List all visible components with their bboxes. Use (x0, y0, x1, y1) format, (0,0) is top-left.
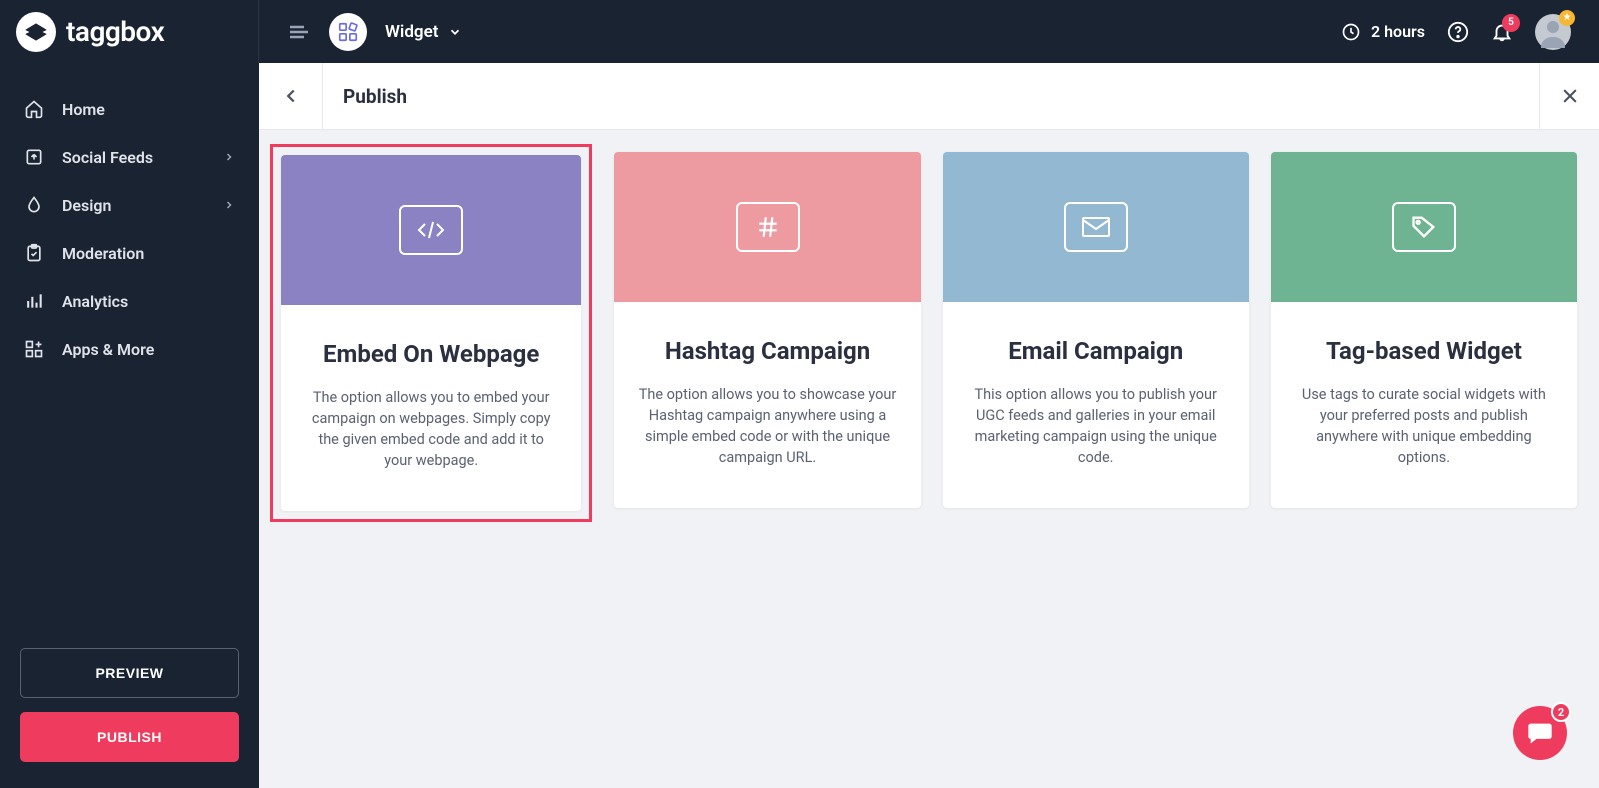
chat-icon (1526, 719, 1554, 747)
drop-icon (24, 195, 44, 215)
help-icon (1447, 21, 1469, 43)
main: Publish Embed On Webpage The option allow… (259, 63, 1599, 788)
card[interactable]: Tag-based Widget Use tags to curate socia… (1271, 152, 1577, 508)
tag-icon (1392, 202, 1456, 252)
home-icon (24, 99, 44, 119)
card-desc: Use tags to curate social widgets with y… (1295, 384, 1553, 468)
upload-icon (24, 147, 44, 167)
time-indicator[interactable]: 2 hours (1341, 22, 1425, 42)
time-label: 2 hours (1371, 22, 1425, 41)
chevron-right-icon (223, 151, 235, 163)
clipboard-icon (24, 243, 44, 263)
card[interactable]: Hashtag Campaign The option allows you to… (614, 152, 920, 508)
logo-text: taggbox (66, 15, 164, 48)
hash-icon (736, 202, 800, 252)
card-desc: The option allows you to embed your camp… (305, 387, 557, 471)
card-desc: The option allows you to showcase your H… (638, 384, 896, 468)
logo-section[interactable]: taggbox (0, 0, 259, 63)
cards-grid: Embed On Webpage The option allows you to… (259, 130, 1599, 536)
card-title: Email Campaign (967, 336, 1225, 366)
card-body: Hashtag Campaign The option allows you to… (614, 302, 920, 508)
sidebar-item-moderation[interactable]: Moderation (0, 229, 259, 277)
sidebar-item-home[interactable]: Home (0, 85, 259, 133)
grid-plus-icon (24, 339, 44, 359)
star-icon: ★ (1559, 10, 1575, 26)
sidebar-item-label: Social Feeds (62, 148, 205, 167)
sidebar-item-label: Design (62, 196, 205, 215)
chat-badge: 2 (1551, 702, 1571, 722)
sidebar-bottom: PREVIEW PUBLISH (0, 648, 259, 788)
widget-label-text: Widget (385, 22, 438, 42)
back-button[interactable] (259, 63, 323, 129)
sidebar-item-label: Home (62, 100, 235, 119)
preview-button[interactable]: PREVIEW (20, 648, 239, 698)
menu-icon[interactable] (287, 20, 311, 44)
card-hero (1271, 152, 1577, 302)
publish-card-blue: Email Campaign This option allows you to … (943, 152, 1249, 514)
card-title: Tag-based Widget (1295, 336, 1553, 366)
card-title: Embed On Webpage (305, 339, 557, 369)
close-button[interactable] (1539, 63, 1599, 129)
code-icon (399, 205, 463, 255)
sidebar-item-label: Apps & More (62, 340, 235, 359)
mail-icon (1064, 202, 1128, 252)
clock-icon (1341, 22, 1361, 42)
notifications-button[interactable]: 5 (1491, 21, 1513, 43)
chevron-down-icon (448, 25, 462, 39)
sidebar-item-label: Moderation (62, 244, 235, 263)
topbar: taggbox Widget 2 hours 5 ★ (0, 0, 1599, 63)
publish-card-pink: Hashtag Campaign The option allows you to… (614, 152, 920, 514)
topbar-right: 2 hours 5 ★ (1341, 14, 1599, 50)
nav-list: Home Social Feeds Design Moderation Analytic… (0, 63, 259, 648)
chat-button[interactable]: 2 (1513, 706, 1567, 760)
sidebar-item-label: Analytics (62, 292, 235, 311)
card-hero (943, 152, 1249, 302)
publish-button[interactable]: PUBLISH (20, 712, 239, 762)
card[interactable]: Embed On Webpage The option allows you to… (281, 155, 581, 511)
notification-badge: 5 (1502, 14, 1520, 32)
widget-apps-icon (329, 13, 367, 51)
card[interactable]: Email Campaign This option allows you to … (943, 152, 1249, 508)
avatar[interactable]: ★ (1535, 14, 1571, 50)
card-hero (614, 152, 920, 302)
sidebar: Home Social Feeds Design Moderation Analytic… (0, 63, 259, 788)
sub-header: Publish (259, 63, 1599, 130)
help-button[interactable] (1447, 21, 1469, 43)
card-hero (281, 155, 581, 305)
logo-mark-icon (16, 12, 56, 52)
topbar-left: Widget (259, 13, 462, 51)
card-body: Tag-based Widget Use tags to curate socia… (1271, 302, 1577, 508)
card-body: Embed On Webpage The option allows you to… (281, 305, 581, 511)
card-desc: This option allows you to publish your U… (967, 384, 1225, 468)
sidebar-item-analytics[interactable]: Analytics (0, 277, 259, 325)
card-body: Email Campaign This option allows you to … (943, 302, 1249, 508)
widget-selector[interactable]: Widget (385, 22, 462, 42)
close-icon (1560, 86, 1580, 106)
card-title: Hashtag Campaign (638, 336, 896, 366)
bars-icon (24, 291, 44, 311)
publish-card-green: Tag-based Widget Use tags to curate socia… (1271, 152, 1577, 514)
sidebar-item-design[interactable]: Design (0, 181, 259, 229)
sidebar-item-social-feeds[interactable]: Social Feeds (0, 133, 259, 181)
chevron-left-icon (280, 85, 302, 107)
publish-card-purple: Embed On Webpage The option allows you to… (270, 144, 592, 522)
chevron-right-icon (223, 199, 235, 211)
page-title: Publish (323, 85, 1539, 108)
sidebar-item-apps-more[interactable]: Apps & More (0, 325, 259, 373)
